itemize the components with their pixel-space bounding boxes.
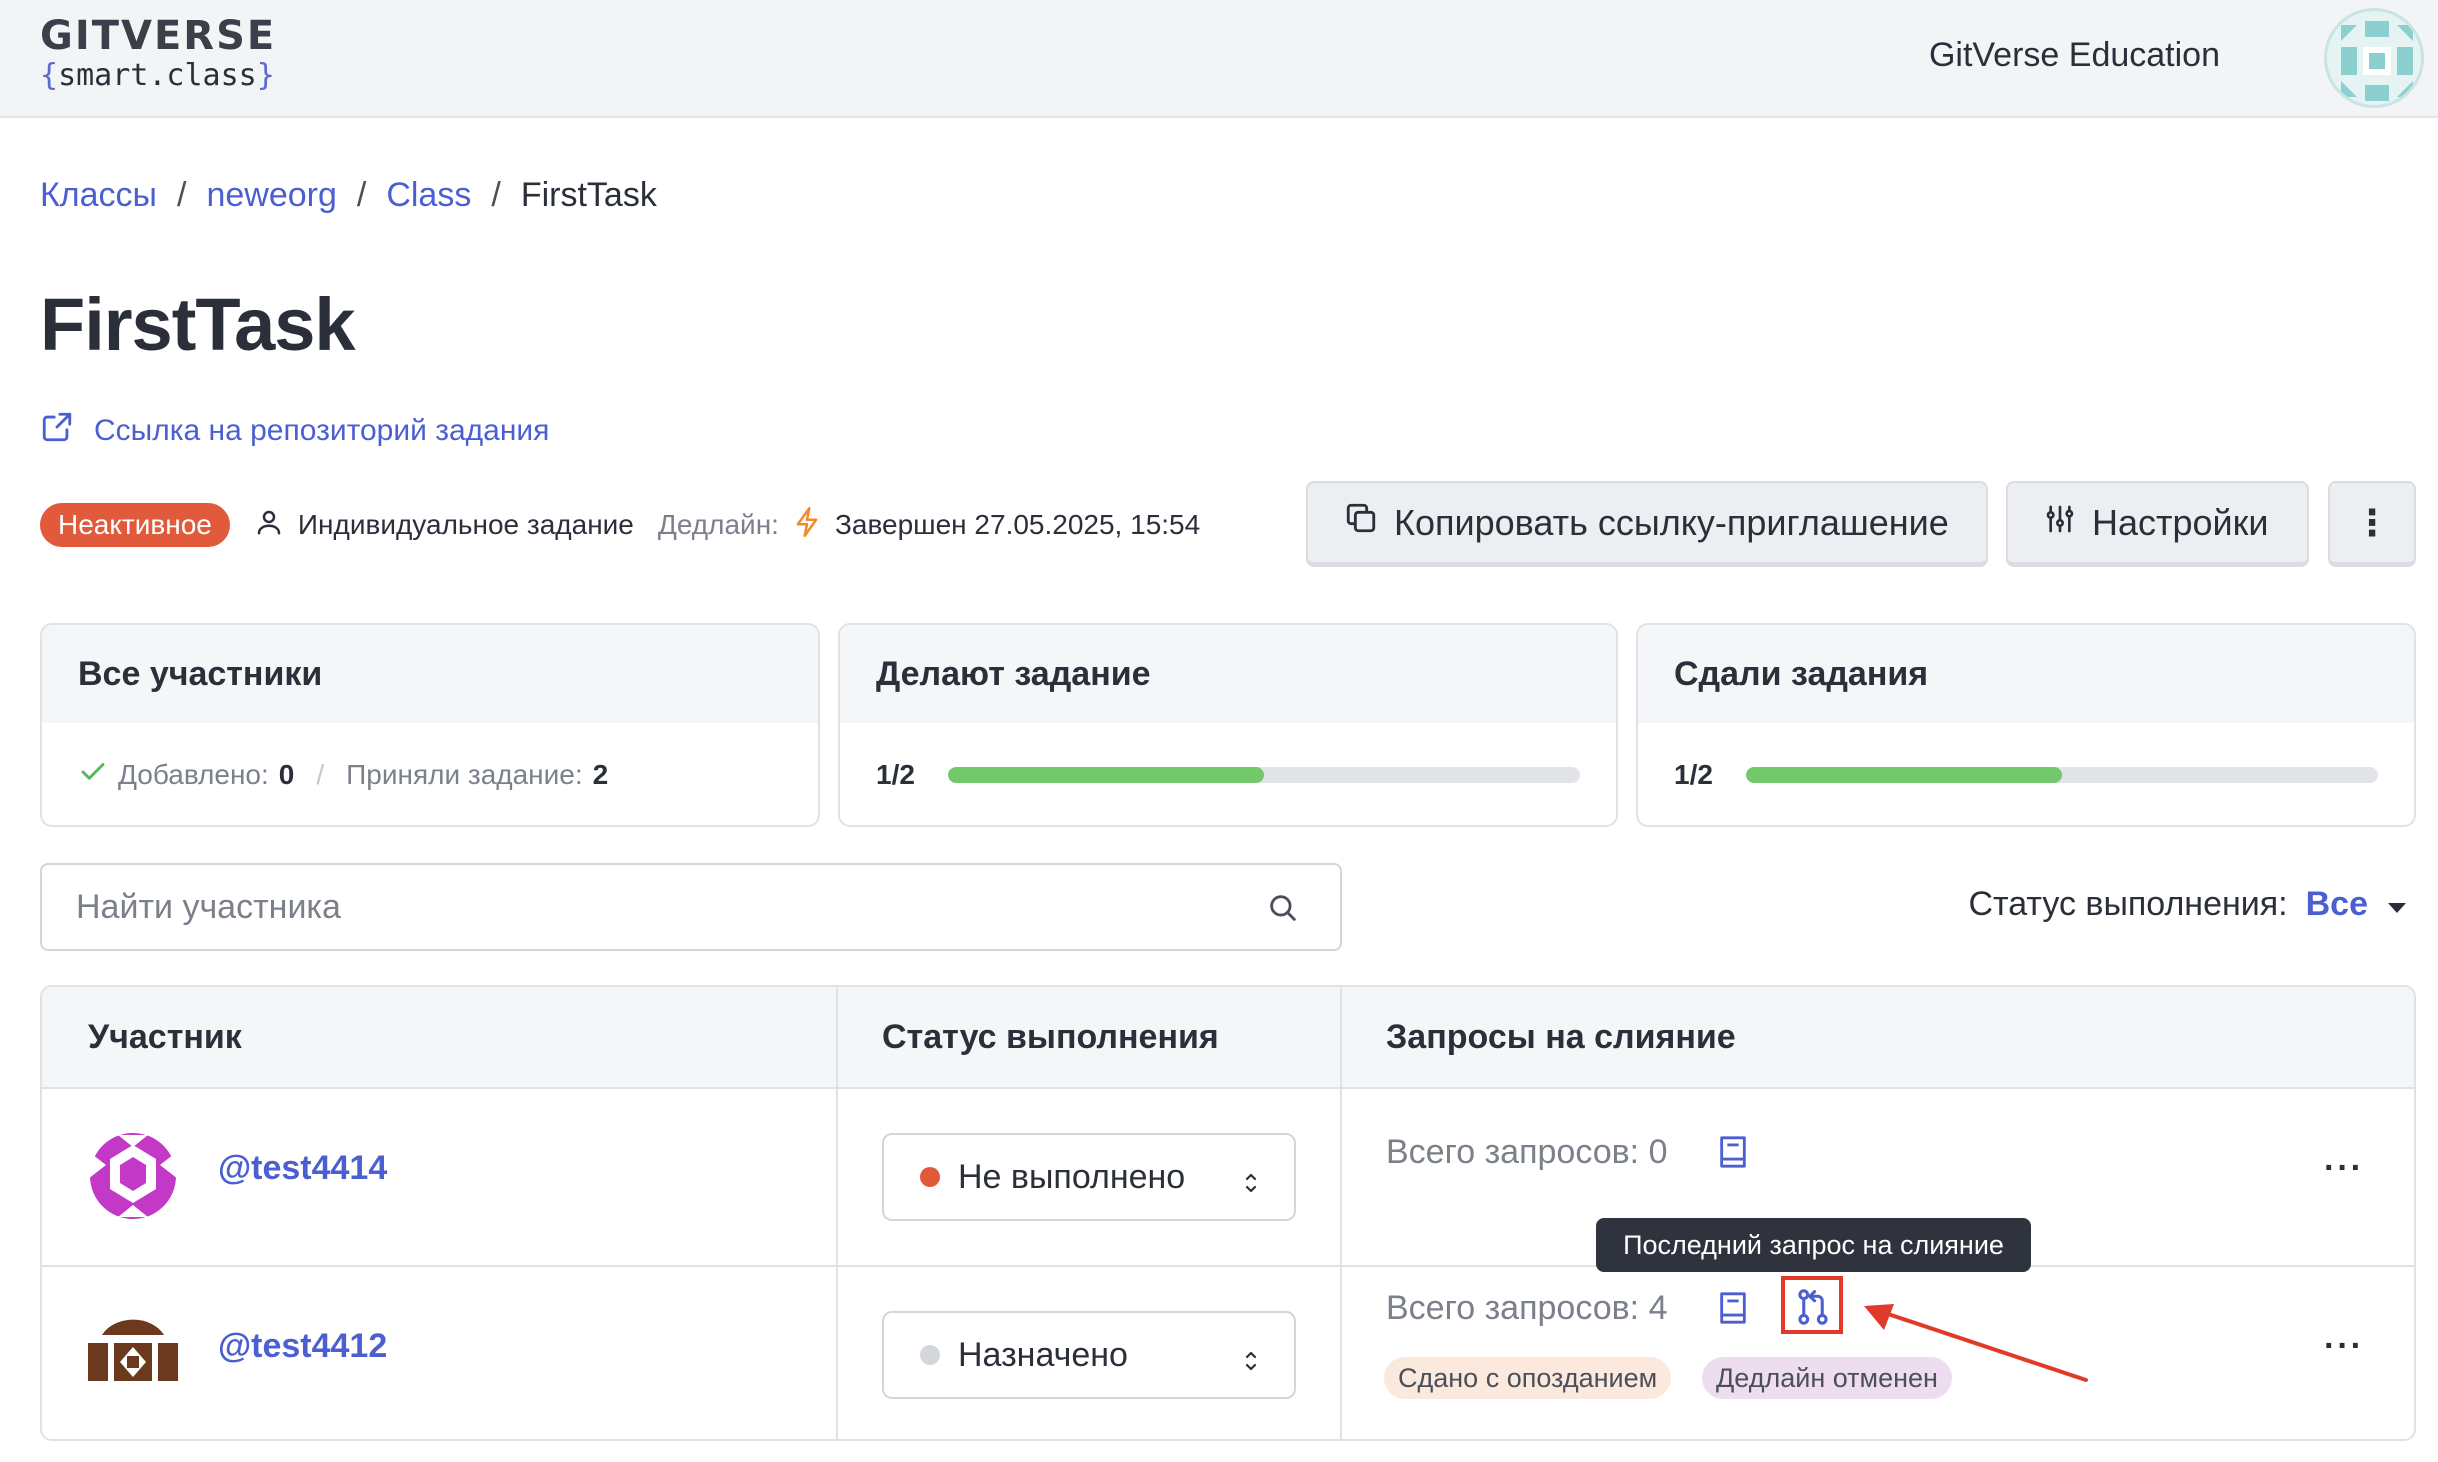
logo-wordmark: GITVERSE bbox=[40, 13, 277, 59]
table-header bbox=[42, 987, 2414, 1087]
filter-label: Статус выполнения: bbox=[1968, 885, 2288, 923]
card-body: Добавлено: 0 / Приняли задание: 2 bbox=[42, 723, 818, 825]
external-link-icon bbox=[40, 410, 74, 452]
copy-icon bbox=[1344, 501, 1378, 544]
breadcrumb-class[interactable]: Class bbox=[386, 176, 471, 215]
settings-button[interactable]: Настройки bbox=[2006, 481, 2309, 567]
search-icon[interactable] bbox=[1266, 891, 1300, 934]
merge-requests-count: Всего запросов: 0 bbox=[1386, 1133, 1668, 1171]
card-body: 1/2 bbox=[1638, 723, 2414, 825]
org-name[interactable]: GitVerse Education bbox=[1929, 36, 2220, 75]
breadcrumb-classes[interactable]: Классы bbox=[40, 176, 157, 215]
progress-bar bbox=[948, 767, 1580, 783]
sort-icon bbox=[1244, 1343, 1258, 1382]
top-bar: GITVERSE {smart.class} GitVerse Educatio… bbox=[0, 0, 2438, 118]
card-body: 1/2 bbox=[840, 723, 1616, 825]
copy-invite-button[interactable]: Копировать ссылку-приглашение bbox=[1306, 481, 1988, 567]
highlight-annotation bbox=[1781, 1276, 1843, 1334]
repo-link-label: Ссылка на репозиторий задания bbox=[94, 414, 550, 447]
book-icon[interactable] bbox=[1716, 1133, 1750, 1176]
card-title: Делают задание bbox=[840, 625, 1616, 723]
caret-down-icon bbox=[2386, 885, 2408, 924]
status-dot bbox=[920, 1167, 940, 1187]
repo-link[interactable]: Ссылка на репозиторий задания bbox=[40, 410, 549, 452]
breadcrumb: Классы / neweorg / Class / FirstTask bbox=[40, 176, 657, 215]
column-header-status: Статус выполнения bbox=[882, 1017, 1219, 1056]
settings-label: Настройки bbox=[2092, 501, 2269, 543]
doing-task-card: Делают задание 1/2 bbox=[838, 623, 1618, 827]
annotation-arrow bbox=[1860, 1300, 2090, 1391]
check-icon bbox=[78, 757, 108, 794]
progress-bar bbox=[1746, 767, 2378, 783]
card-title: Сдали задания bbox=[1638, 625, 2414, 723]
participant-link[interactable]: @test4412 bbox=[218, 1327, 387, 1366]
sort-icon bbox=[1244, 1165, 1258, 1204]
participant-link[interactable]: @test4414 bbox=[218, 1149, 387, 1188]
status-select[interactable]: Назначено bbox=[882, 1311, 1296, 1399]
status-badge: Неактивное bbox=[40, 503, 230, 547]
filter-value[interactable]: Все bbox=[2306, 885, 2368, 924]
accepted-value: 2 bbox=[592, 759, 609, 790]
all-participants-card: Все участники Добавлено: 0 / Приняли зад… bbox=[40, 623, 820, 827]
deadline-value: Завершен 27.05.2025, 15:54 bbox=[834, 509, 1201, 540]
avatar[interactable] bbox=[88, 1309, 178, 1399]
accepted-label: Приняли задание: bbox=[346, 759, 583, 790]
user-icon bbox=[254, 507, 284, 544]
search-placeholder: Найти участника bbox=[76, 887, 341, 926]
breadcrumb-org[interactable]: neweorg bbox=[206, 176, 336, 215]
deadline: Дедлайн: Завершен 27.05.2025, 15:54 bbox=[658, 506, 1200, 545]
breadcrumb-separator: / bbox=[356, 176, 367, 214]
column-header-merge-requests: Запросы на слияние bbox=[1386, 1017, 1736, 1056]
column-header-participant: Участник bbox=[88, 1017, 242, 1056]
submitted-card: Сдали задания 1/2 bbox=[1636, 623, 2416, 827]
card-title: Все участники bbox=[42, 625, 818, 723]
status-select[interactable]: Не выполнено bbox=[882, 1133, 1296, 1221]
app-logo[interactable]: GITVERSE {smart.class} bbox=[40, 14, 276, 94]
assignment-type-label: Индивидуальное задание bbox=[297, 509, 634, 540]
search-input[interactable]: Найти участника bbox=[40, 863, 1342, 951]
sliders-icon bbox=[2044, 502, 2076, 544]
status-filter[interactable]: Статус выполнения: Все bbox=[1968, 885, 2408, 924]
user-avatar[interactable] bbox=[2324, 8, 2424, 108]
status-value: Назначено bbox=[958, 1335, 1128, 1374]
breadcrumb-separator: / bbox=[177, 176, 187, 214]
more-actions-button[interactable]: ⋮ bbox=[2328, 481, 2416, 567]
late-submission-tag: Сдано с опозданием bbox=[1384, 1357, 1672, 1399]
tooltip: Последний запрос на слияние bbox=[1596, 1218, 2031, 1272]
breadcrumb-current: FirstTask bbox=[520, 176, 657, 214]
logo-subtitle: {smart.class} bbox=[40, 58, 275, 93]
page-title: FirstTask bbox=[40, 283, 356, 366]
row-more-button[interactable]: ··· bbox=[2324, 1149, 2364, 1188]
progress-count: 1/2 bbox=[1674, 759, 1713, 790]
assignment-type: Индивидуальное задание bbox=[254, 507, 634, 544]
avatar[interactable] bbox=[88, 1131, 178, 1221]
kebab-icon: ⋮ bbox=[2354, 501, 2390, 543]
copy-invite-label: Копировать ссылку-приглашение bbox=[1394, 501, 1949, 543]
merge-requests-count: Всего запросов: 4 bbox=[1386, 1289, 1668, 1327]
added-value: 0 bbox=[278, 759, 295, 790]
lightning-icon bbox=[793, 506, 821, 545]
row-more-button[interactable]: ··· bbox=[2324, 1327, 2364, 1366]
status-value: Не выполнено bbox=[958, 1157, 1186, 1196]
deadline-label: Дедлайн: bbox=[657, 509, 779, 540]
assignment-meta: Неактивное Индивидуальное задание Дедлай… bbox=[40, 500, 1200, 550]
stat-separator: / bbox=[316, 759, 325, 790]
progress-count: 1/2 bbox=[876, 759, 915, 790]
table-row: @test4414 Не выполнено Всего запросов: 0… bbox=[42, 1087, 2414, 1265]
added-label: Добавлено: bbox=[118, 759, 269, 790]
status-dot bbox=[920, 1345, 940, 1365]
breadcrumb-separator: / bbox=[491, 176, 501, 214]
progress-fill bbox=[1746, 767, 2062, 783]
progress-fill bbox=[948, 767, 1264, 783]
book-icon[interactable] bbox=[1716, 1289, 1750, 1332]
